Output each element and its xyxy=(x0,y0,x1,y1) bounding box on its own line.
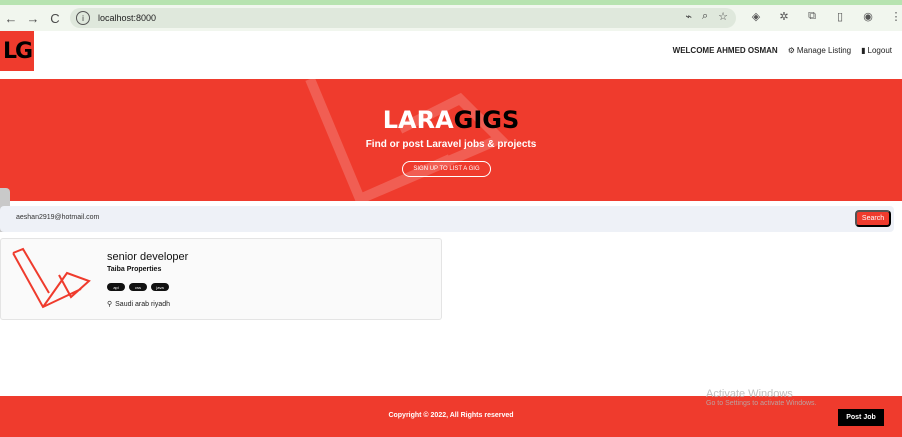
manage-listing-label: Manage Listing xyxy=(796,46,852,55)
bookmark-star-icon[interactable]: ☆ xyxy=(718,10,728,23)
site-header: LG WELCOME AHMED OSMAN ⚙ Manage Listing … xyxy=(0,31,902,79)
copyright-text: Copyright © 2022, All Rights reserved xyxy=(388,412,514,419)
tag-list: api css java xyxy=(107,283,169,291)
reload-icon[interactable]: C xyxy=(44,7,66,29)
translate-icon[interactable]: ⌁ xyxy=(685,10,692,23)
location-text: Saudi arab riyadh xyxy=(115,300,171,308)
logout-link[interactable]: ▮ Logout xyxy=(861,46,892,55)
hero-title: LARAGIGS xyxy=(0,106,902,134)
tag-badge[interactable]: java xyxy=(151,283,169,291)
site-logo[interactable]: LG xyxy=(0,31,34,71)
job-listing-card[interactable]: senior developer Taiba Properties api cs… xyxy=(0,238,442,320)
search-button[interactable]: Search xyxy=(855,210,891,227)
door-icon: ▮ xyxy=(861,46,866,55)
extension-icon-2[interactable]: ✲ xyxy=(776,8,792,24)
job-location: ⚲ Saudi arab riyadh xyxy=(107,300,171,309)
hero-title-lara: LARA xyxy=(382,106,454,134)
welcome-text: WELCOME AHMED OSMAN xyxy=(672,46,778,55)
laravel-logo-icon xyxy=(12,247,91,309)
browser-toolbar: ← → C i localhost:8000 ⌁ ⌕ ☆ ◈ ✲ ⧉ ▯ ◉ ⋮ xyxy=(0,5,902,31)
windows-activation-watermark: Activate Windows Go to Settings to activ… xyxy=(706,388,817,407)
address-bar[interactable]: i localhost:8000 ⌁ ⌕ ☆ xyxy=(70,8,736,28)
watermark-title: Activate Windows xyxy=(706,388,793,400)
post-job-button[interactable]: Post Job xyxy=(838,409,884,426)
location-pin-icon: ⚲ xyxy=(107,301,113,308)
site-info-icon[interactable]: i xyxy=(76,11,90,25)
url-text[interactable]: localhost:8000 xyxy=(98,13,156,23)
search-input[interactable]: aeshan2919@hotmail.com xyxy=(16,214,99,221)
forward-icon[interactable]: → xyxy=(22,7,44,29)
hero-subtitle: Find or post Laravel jobs & projects xyxy=(365,139,537,150)
tag-badge[interactable]: api xyxy=(107,283,125,291)
extension-icon-1[interactable]: ◈ xyxy=(748,8,764,24)
profile-avatar-icon[interactable]: ◉ xyxy=(860,8,876,24)
extensions-puzzle-icon[interactable]: ⧉ xyxy=(804,8,820,24)
tag-badge[interactable]: css xyxy=(129,283,147,291)
hero-banner: LARAGIGS Find or post Laravel jobs & pro… xyxy=(0,79,902,201)
back-icon[interactable]: ← xyxy=(0,7,22,29)
header-nav: WELCOME AHMED OSMAN ⚙ Manage Listing ▮ L… xyxy=(673,46,892,55)
manage-listing-link[interactable]: ⚙ Manage Listing xyxy=(788,46,851,55)
side-panel-icon[interactable]: ▯ xyxy=(832,8,848,24)
logout-label: Logout xyxy=(867,46,892,55)
watermark-subtitle: Go to Settings to activate Windows. xyxy=(706,400,817,407)
company-name: Taiba Properties xyxy=(107,266,162,273)
signup-button[interactable]: SIGN UP TO LIST A GIG xyxy=(402,161,491,177)
gear-icon: ⚙ xyxy=(787,46,795,55)
job-title[interactable]: senior developer xyxy=(107,251,188,263)
zoom-icon[interactable]: ⌕ xyxy=(702,10,708,23)
search-form: aeshan2919@hotmail.com Search xyxy=(0,206,894,232)
browser-menu-icon[interactable]: ⋮ xyxy=(888,8,902,24)
hero-title-gigs: GIGS xyxy=(453,106,520,134)
